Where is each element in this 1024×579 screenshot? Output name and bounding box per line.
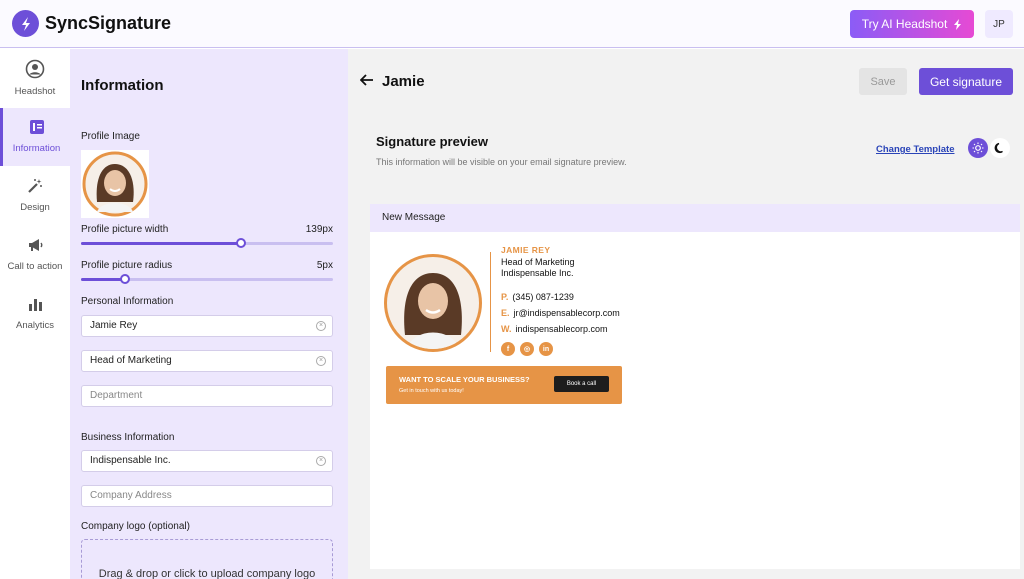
nav-label-call-to-action: Call to action xyxy=(7,261,63,272)
personal-info-label: Personal Information xyxy=(81,296,174,307)
radius-label: Profile picture radius xyxy=(81,260,173,271)
signature-website: W. indispensablecorp.com xyxy=(501,324,608,334)
name-value: Jamie Rey xyxy=(90,320,138,331)
try-ai-headshot-label: Try AI Headshot xyxy=(861,17,948,31)
width-value: 139px xyxy=(305,224,333,235)
clear-icon[interactable]: × xyxy=(316,321,326,331)
clear-icon[interactable]: × xyxy=(316,456,326,466)
radius-slider-handle[interactable] xyxy=(120,274,130,284)
logo-upload-dropzone[interactable]: Drag & drop or click to upload company l… xyxy=(81,539,333,579)
web-prefix: W. xyxy=(501,324,512,334)
nav-item-call-to-action[interactable]: Call to action xyxy=(0,226,70,284)
preview-subtitle: This information will be visible on your… xyxy=(376,157,627,167)
department-field[interactable]: Department xyxy=(81,385,333,407)
width-slider-fill xyxy=(81,242,241,245)
nav-label-design: Design xyxy=(20,202,50,213)
try-ai-headshot-button[interactable]: Try AI Headshot xyxy=(850,10,974,38)
main-area: Jamie Save Get signature Signature previ… xyxy=(348,49,1024,579)
nav-label-headshot: Headshot xyxy=(14,86,56,97)
nav-item-analytics[interactable]: Analytics xyxy=(0,285,70,343)
top-bar: SyncSignature Try AI Headshot JP xyxy=(0,0,1024,48)
company-address-field[interactable]: Company Address xyxy=(81,485,333,507)
profile-image[interactable] xyxy=(81,150,149,218)
phone-prefix: P. xyxy=(501,292,509,302)
magic-wand-icon xyxy=(28,179,42,193)
name-field[interactable]: Jamie Rey × xyxy=(81,315,333,337)
dark-mode-toggle[interactable] xyxy=(990,138,1010,158)
banner-subtitle: Get in touch with us today! xyxy=(399,388,464,394)
light-mode-toggle[interactable] xyxy=(968,138,988,158)
business-info-label: Business Information xyxy=(81,432,175,443)
nav-item-design[interactable]: Design xyxy=(0,167,70,225)
sun-icon xyxy=(972,142,984,154)
preview-title: Signature preview xyxy=(376,134,488,149)
profile-photo xyxy=(82,151,148,217)
radius-value: 5px xyxy=(316,260,333,271)
panel-title: Information xyxy=(81,77,164,94)
signature-portrait xyxy=(404,273,462,349)
signature-photo xyxy=(384,254,482,352)
web-value: indispensablecorp.com xyxy=(515,324,608,334)
signature-divider xyxy=(490,252,491,352)
book-a-call-label: Book a call xyxy=(566,381,597,387)
radius-slider-fill xyxy=(81,278,125,281)
moon-icon xyxy=(994,142,1003,154)
user-circle-icon xyxy=(25,59,45,79)
signature-phone: P. (345) 087-1239 xyxy=(501,292,574,302)
instagram-icon[interactable]: ◎ xyxy=(520,342,534,356)
card-icon xyxy=(29,120,44,134)
email-message-preview: New Message JAMIE REY Head of Marketing … xyxy=(370,204,1020,569)
user-avatar[interactable]: JP xyxy=(985,10,1013,38)
back-arrow-icon[interactable] xyxy=(360,73,374,87)
bar-chart-icon xyxy=(29,299,42,311)
megaphone-icon xyxy=(29,239,43,251)
book-a-call-button[interactable]: Book a call xyxy=(554,376,609,392)
signature-email: E. jr@indispensablecorp.com xyxy=(501,308,620,318)
email-prefix: E. xyxy=(501,308,510,318)
profile-image-label: Profile Image xyxy=(81,131,140,142)
signature-name: JAMIE REY xyxy=(501,245,551,255)
radius-slider[interactable] xyxy=(81,274,333,284)
cta-banner[interactable]: WANT TO SCALE YOUR BUSINESS? Get in touc… xyxy=(386,366,622,404)
side-nav: Headshot Information Design Call to acti… xyxy=(0,49,70,579)
clear-icon[interactable]: × xyxy=(316,356,326,366)
get-signature-button[interactable]: Get signature xyxy=(919,68,1013,95)
information-panel: Information Profile Image Profile pictur… xyxy=(70,49,348,579)
width-slider-handle[interactable] xyxy=(236,238,246,248)
banner-title: WANT TO SCALE YOUR BUSINESS? xyxy=(399,375,530,384)
company-field[interactable]: Indispensable Inc. × xyxy=(81,450,333,472)
page-title: Jamie xyxy=(382,73,425,90)
email-value: jr@indispensablecorp.com xyxy=(513,308,620,318)
signature-company: Indispensable Inc. xyxy=(501,268,574,278)
app-name[interactable]: SyncSignature xyxy=(45,13,171,34)
change-template-link[interactable]: Change Template xyxy=(876,144,954,155)
width-label: Profile picture width xyxy=(81,224,169,235)
save-button[interactable]: Save xyxy=(859,68,907,95)
nav-item-information[interactable]: Information xyxy=(0,108,70,166)
message-header: New Message xyxy=(370,204,1020,232)
logo-icon[interactable] xyxy=(12,10,39,37)
signature-job: Head of Marketing xyxy=(501,256,575,267)
job-title-field[interactable]: Head of Marketing × xyxy=(81,350,333,372)
signature-identity: JAMIE REY Head of Marketing Indispensabl… xyxy=(501,245,575,280)
company-value: Indispensable Inc. xyxy=(90,455,171,466)
company-logo-label: Company logo (optional) xyxy=(81,521,190,532)
nav-label-information: Information xyxy=(12,143,61,154)
linkedin-icon[interactable]: in xyxy=(539,342,553,356)
width-slider[interactable] xyxy=(81,238,333,248)
upload-text: Drag & drop or click to upload company l… xyxy=(98,568,316,579)
job-title-value: Head of Marketing xyxy=(90,355,172,366)
facebook-icon[interactable]: f xyxy=(501,342,515,356)
phone-value: (345) 087-1239 xyxy=(512,292,574,302)
nav-label-analytics: Analytics xyxy=(15,320,54,331)
lightning-icon xyxy=(954,18,962,30)
nav-item-headshot[interactable]: Headshot xyxy=(0,49,70,107)
